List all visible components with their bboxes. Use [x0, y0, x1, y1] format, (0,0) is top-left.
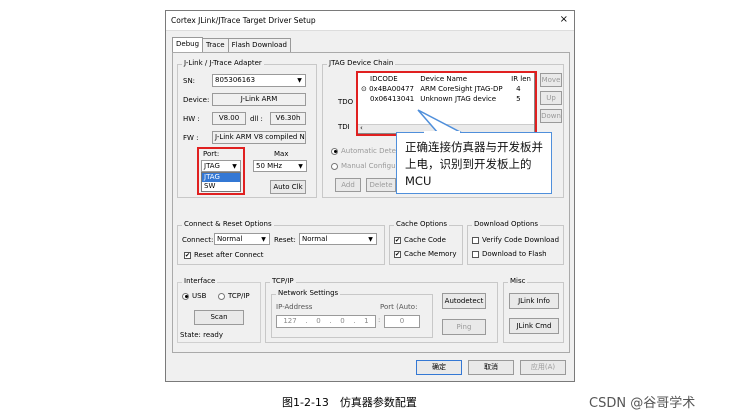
figure-caption: 图1-2-13 仿真器参数配置 — [282, 396, 417, 409]
annotation-callout: 正确连接仿真器与开发板并上电，识别到开发板上的MCU — [396, 132, 552, 194]
callout-join-mask — [424, 131, 460, 135]
watermark: CSDN @谷哥学术 — [589, 396, 696, 411]
callout-arrow-shape — [417, 109, 463, 134]
callout-pointer — [417, 109, 463, 134]
